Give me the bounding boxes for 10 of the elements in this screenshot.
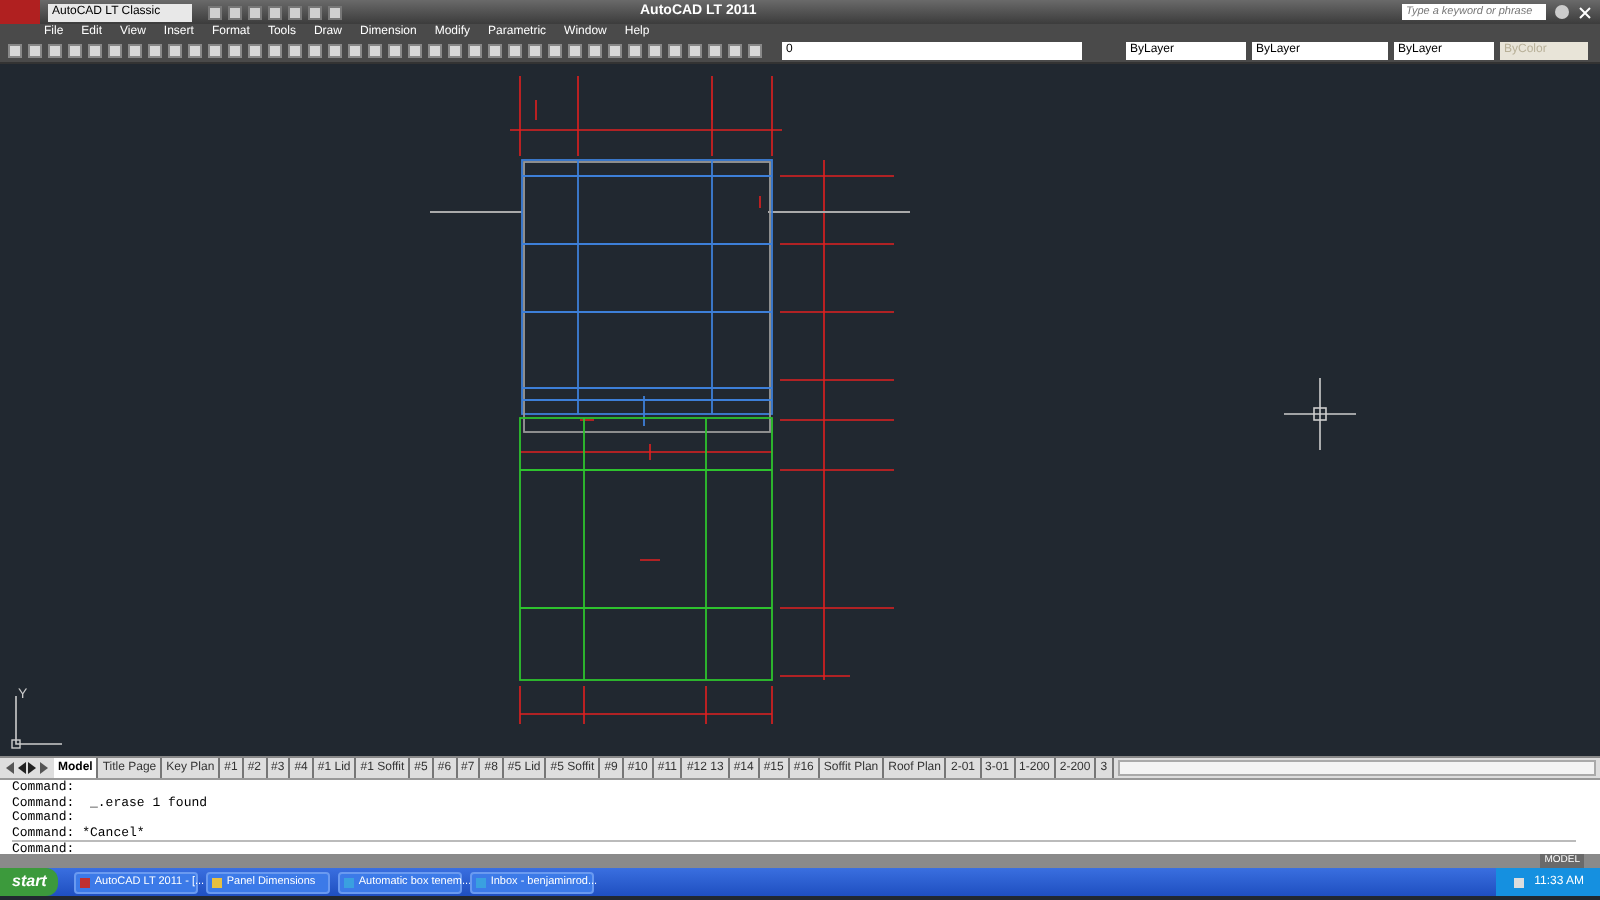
first-tab-arrow-icon[interactable] xyxy=(4,762,14,774)
crosshair-cursor-icon xyxy=(1284,378,1356,450)
previous-tab-arrow-icon[interactable] xyxy=(16,762,26,774)
horizontal-scrollbar[interactable] xyxy=(1117,760,1596,776)
last-tab-arrow-icon[interactable] xyxy=(40,762,50,774)
help-icon[interactable] xyxy=(1554,4,1570,20)
start-button[interactable]: start xyxy=(0,868,59,896)
ucs-axes-icon xyxy=(8,692,64,752)
close-icon[interactable] xyxy=(1578,5,1592,19)
next-tab-arrow-icon[interactable] xyxy=(28,762,38,774)
